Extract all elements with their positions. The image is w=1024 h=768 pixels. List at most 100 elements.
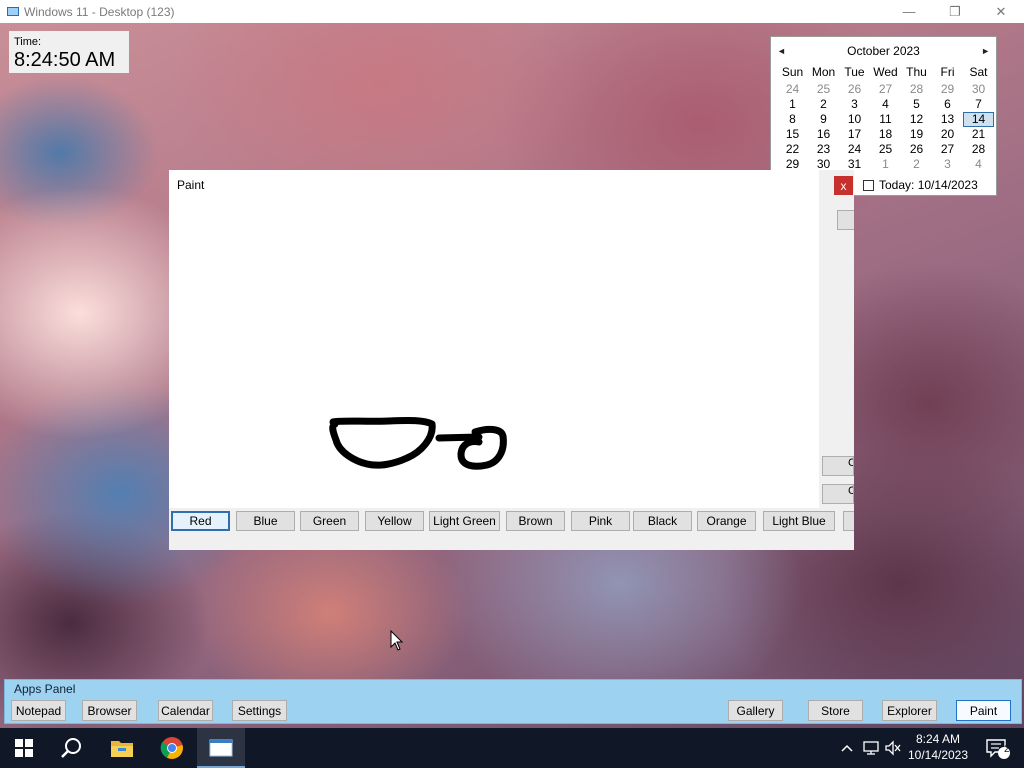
app-button-browser[interactable]: Browser	[82, 700, 137, 721]
chrome-icon	[160, 737, 183, 759]
calendar-day[interactable]: 27	[932, 142, 963, 157]
taskbar-chrome[interactable]	[148, 728, 196, 768]
today-box-icon	[863, 179, 874, 191]
color-button-green[interactable]: Green	[300, 511, 359, 531]
mouse-cursor-icon	[390, 630, 404, 651]
paint-horizontal-scrollbar[interactable]	[169, 535, 854, 550]
calendar-day[interactable]: 2	[901, 157, 932, 172]
tray-clock[interactable]: 8:24 AM 10/14/2023	[903, 731, 973, 763]
calendar-day[interactable]: 21	[963, 127, 994, 142]
color-toolbar: Red Blue Green Yellow Light Green Brown …	[169, 511, 854, 533]
taskbar-app-window[interactable]	[197, 728, 245, 768]
calendar-day[interactable]: 28	[901, 82, 932, 97]
calendar-day[interactable]: 18	[870, 127, 901, 142]
calendar-day[interactable]: 3	[839, 97, 870, 112]
calendar-day[interactable]: 22	[777, 142, 808, 157]
calendar-weekday: Sun	[781, 65, 804, 79]
calendar-day[interactable]: 11	[870, 112, 901, 127]
calendar-weekday: Sat	[969, 65, 988, 79]
calendar-day[interactable]: 20	[932, 127, 963, 142]
calendar-day[interactable]: 10	[839, 112, 870, 127]
windows-start-icon	[15, 739, 33, 757]
calendar-day-selected[interactable]: 14	[963, 112, 994, 127]
volume-muted-icon	[885, 740, 901, 756]
app-window-icon	[209, 739, 233, 757]
calendar-day[interactable]: 15	[777, 127, 808, 142]
calendar-day[interactable]: 4	[963, 157, 994, 172]
tray-volume-button[interactable]	[882, 728, 904, 768]
calendar-day[interactable]: 1	[870, 157, 901, 172]
calendar-next-button[interactable]: ►	[981, 46, 990, 56]
taskbar-file-explorer[interactable]	[98, 728, 146, 768]
paint-side-button-2[interactable]: C	[822, 456, 854, 476]
calendar-day[interactable]: 3	[932, 157, 963, 172]
app-button-calendar[interactable]: Calendar	[158, 700, 213, 721]
calendar-day[interactable]: 7	[963, 97, 994, 112]
app-button-settings[interactable]: Settings	[232, 700, 287, 721]
calendar-prev-button[interactable]: ◄	[777, 46, 786, 56]
calendar-day[interactable]: 1	[777, 97, 808, 112]
calendar-day[interactable]: 30	[963, 82, 994, 97]
calendar-day[interactable]: 6	[932, 97, 963, 112]
tray-overflow-button[interactable]	[838, 728, 856, 768]
canvas-drawing	[329, 416, 507, 470]
color-button-blue[interactable]: Blue	[236, 511, 295, 531]
calendar-month-title[interactable]: October 2023	[847, 44, 920, 58]
calendar-day[interactable]: 2	[808, 97, 839, 112]
color-button-pink[interactable]: Pink	[571, 511, 630, 531]
calendar-day[interactable]: 4	[870, 97, 901, 112]
paint-close-button[interactable]: x	[834, 176, 853, 195]
color-button-yellow[interactable]: Yellow	[365, 511, 424, 531]
calendar-today[interactable]: Today: 10/14/2023	[863, 178, 978, 192]
color-button-more[interactable]	[843, 511, 854, 531]
calendar-day[interactable]: 24	[777, 82, 808, 97]
calendar-day[interactable]: 5	[901, 97, 932, 112]
search-button[interactable]	[48, 728, 96, 768]
calendar-day[interactable]: 9	[808, 112, 839, 127]
calendar-day[interactable]: 25	[870, 142, 901, 157]
calendar-day[interactable]: 23	[808, 142, 839, 157]
calendar-day[interactable]: 26	[839, 82, 870, 97]
calendar-day[interactable]: 13	[932, 112, 963, 127]
calendar-day[interactable]: 27	[870, 82, 901, 97]
apps-panel-title: Apps Panel	[14, 682, 76, 696]
apps-panel: Apps Panel Notepad Browser Calendar Sett…	[4, 679, 1022, 724]
calendar-day[interactable]: 29	[932, 82, 963, 97]
tray-network-button[interactable]	[860, 728, 882, 768]
calendar-day[interactable]: 24	[839, 142, 870, 157]
paint-canvas[interactable]	[169, 170, 819, 508]
color-button-brown[interactable]: Brown	[506, 511, 565, 531]
calendar-day[interactable]: 12	[901, 112, 932, 127]
window-title: Windows 11 - Desktop (123)	[24, 4, 175, 19]
minimize-button[interactable]: —	[886, 0, 932, 23]
calendar-day[interactable]: 8	[777, 112, 808, 127]
calendar-day[interactable]: 26	[901, 142, 932, 157]
calendar-weekday: Mon	[811, 65, 836, 79]
calendar-weekday: Thu	[906, 65, 927, 79]
calendar-day[interactable]: 28	[963, 142, 994, 157]
paint-side-button-1[interactable]: I	[837, 210, 854, 230]
color-button-orange[interactable]: Orange	[697, 511, 756, 531]
calendar-day[interactable]: 25	[808, 82, 839, 97]
start-button[interactable]	[0, 728, 48, 768]
window-titlebar: Windows 11 - Desktop (123) — ❐ ✕	[0, 0, 1024, 23]
color-button-red[interactable]: Red	[171, 511, 230, 531]
calendar-day[interactable]: 16	[808, 127, 839, 142]
app-button-notepad[interactable]: Notepad	[11, 700, 66, 721]
app-button-gallery[interactable]: Gallery	[728, 700, 783, 721]
app-button-store[interactable]: Store	[808, 700, 863, 721]
time-value: 8:24:50 AM	[14, 49, 116, 71]
color-button-light-blue[interactable]: Light Blue	[763, 511, 835, 531]
paint-side-button-3[interactable]: C	[822, 484, 854, 504]
notification-center-button[interactable]: 2	[978, 728, 1018, 768]
color-button-light-green[interactable]: Light Green	[429, 511, 500, 531]
app-button-paint[interactable]: Paint	[956, 700, 1011, 721]
notification-count: 2	[1004, 744, 1010, 755]
color-button-black[interactable]: Black	[633, 511, 692, 531]
calendar-day[interactable]: 19	[901, 127, 932, 142]
calendar-day[interactable]: 17	[839, 127, 870, 142]
maximize-button[interactable]: ❐	[932, 0, 978, 23]
close-button[interactable]: ✕	[978, 0, 1024, 23]
app-button-explorer[interactable]: Explorer	[882, 700, 937, 721]
drawn-stroke	[435, 433, 483, 442]
